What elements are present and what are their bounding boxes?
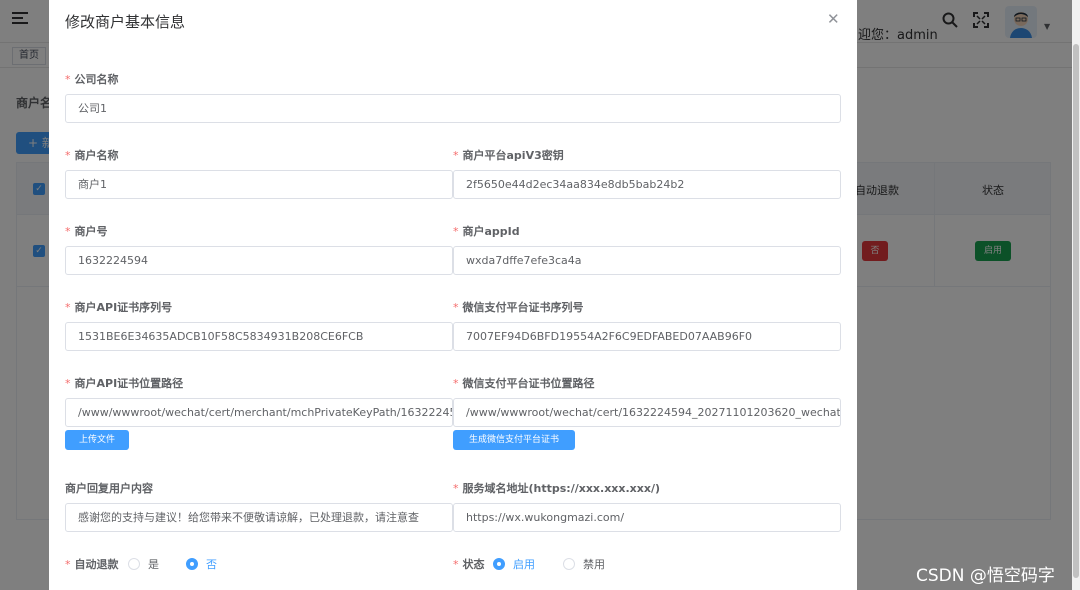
upload-file-button[interactable]: 上传文件 [65,430,129,450]
service-domain-input[interactable]: https://wx.wukongmazi.com/ [453,503,841,532]
wechat-cert-path-label: * 微信支付平台证书位置路径 [453,377,595,390]
merchant-name-label: * 商户名称 [65,149,119,162]
api-cert-serial-label: * 商户API证书序列号 [65,301,173,314]
status-item: * 状态 启用 禁用 [453,556,841,572]
api-v3-key-label: * 商户平台apiV3密钥 [453,149,564,162]
auto-refund-yes-radio[interactable]: 是 [128,556,159,572]
app-id-label: * 商户appId [453,225,520,238]
close-icon[interactable]: ✕ [827,10,840,28]
status-enabled-radio[interactable]: 启用 [493,556,535,572]
radio-circle-icon [128,558,140,570]
merchant-no-input[interactable]: 1632224594 [65,246,453,275]
watermark: CSDN @悟空码字 [916,566,1055,586]
wechat-cert-serial-label: * 微信支付平台证书序列号 [453,301,584,314]
service-domain-label: * 服务域名地址(https://xxx.xxx.xxx/) [453,482,660,495]
auto-refund-label: * 自动退款 [65,558,119,571]
dialog-title: 修改商户基本信息 [65,13,186,31]
merchant-name-input[interactable]: 商户1 [65,170,453,199]
radio-checked-icon [493,558,505,570]
wechat-cert-serial-input[interactable]: 7007EF94D6BFD19554A2F6C9EDFABED07AAB96F0 [453,322,841,351]
status-label: * 状态 [453,558,485,571]
radio-checked-icon [186,558,198,570]
wechat-cert-path-input[interactable]: /www/wwwroot/wechat/cert/1632224594_2027… [453,398,841,427]
api-cert-serial-input[interactable]: 1531BE6E34635ADCB10F58C5834931B208CE6FCB [65,322,453,351]
auto-refund-no-radio[interactable]: 否 [186,556,217,572]
api-cert-path-input[interactable]: /www/wwwroot/wechat/cert/merchant/mchPri… [65,398,453,427]
reply-content-input[interactable]: 感谢您的支持与建议！给您带来不便敬请谅解，已处理退款，请注意查 [65,503,453,532]
status-disabled-radio[interactable]: 禁用 [563,556,605,572]
generate-cert-button[interactable]: 生成微信支付平台证书 [453,430,575,450]
app-id-input[interactable]: wxda7dffe7efe3ca4a [453,246,841,275]
company-name-label: * 公司名称 [65,73,119,86]
radio-circle-icon [563,558,575,570]
edit-merchant-dialog: 修改商户基本信息 ✕ * 公司名称 公司1 * 商户名称 商户1 * 商户平台apiV… [49,0,857,590]
merchant-no-label: * 商户号 [65,225,108,238]
company-name-input[interactable]: 公司1 [65,94,841,123]
auto-refund-item: * 自动退款 是 否 [65,556,453,572]
scrollbar-thumb[interactable] [1073,44,1079,578]
reply-content-label: 商户回复用户内容 [65,482,153,495]
api-v3-key-input[interactable]: 2f5650e44d2ec34aa834e8db5bab24b2 [453,170,841,199]
api-cert-path-label: * 商户API证书位置路径 [65,377,184,390]
